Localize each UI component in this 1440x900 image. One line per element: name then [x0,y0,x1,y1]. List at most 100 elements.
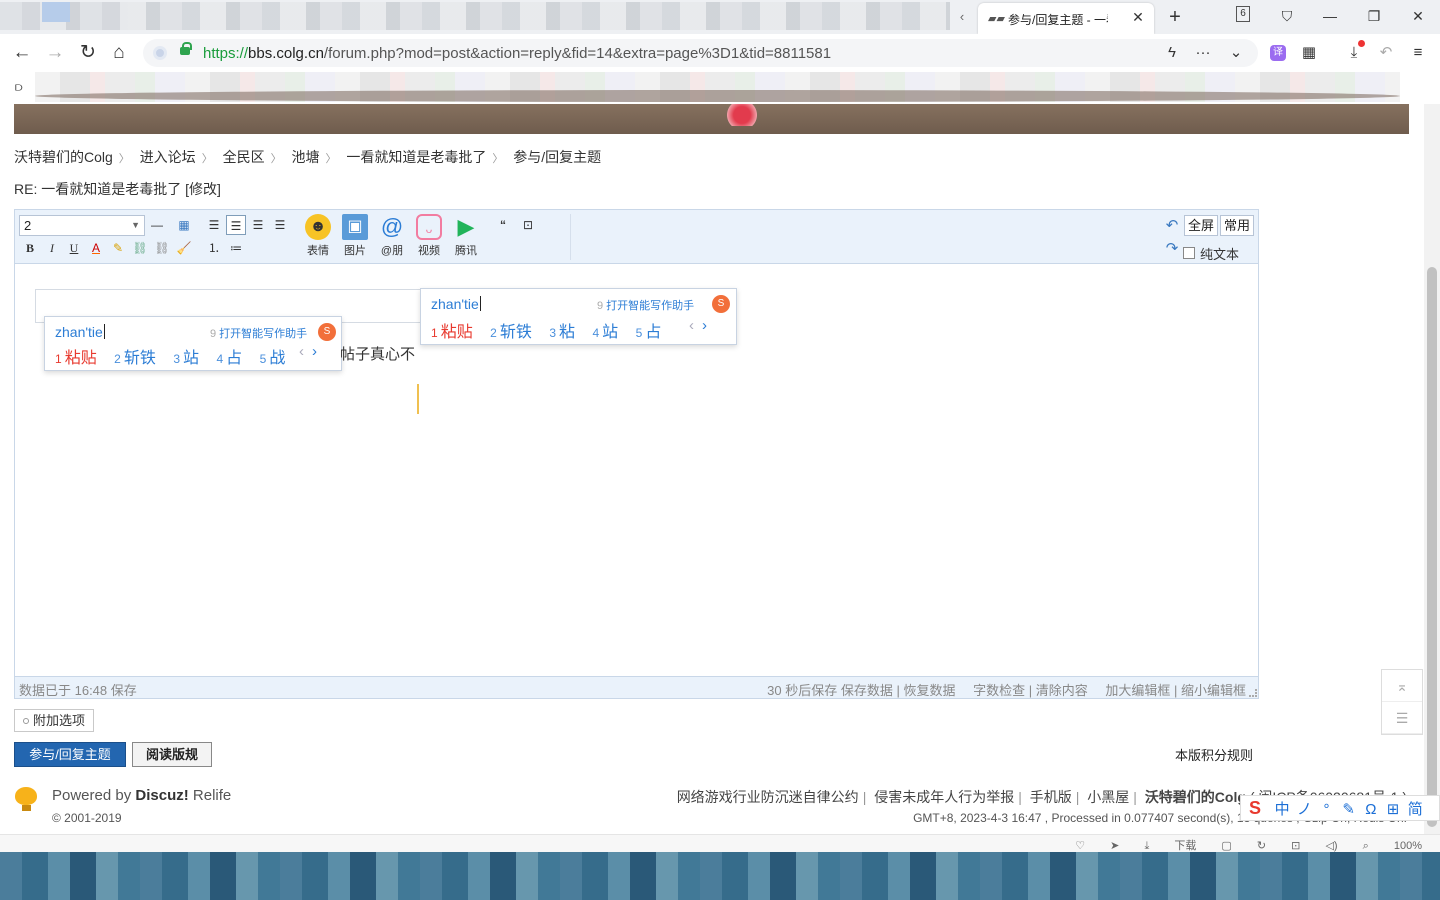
enlarge-editor-link[interactable]: 加大编辑框 [1105,683,1170,698]
ime-simplified[interactable]: 简 [1406,798,1424,822]
ime-punctuation-icon[interactable]: ° [1318,798,1336,822]
plain-text-checkbox[interactable] [1183,247,1195,259]
resize-handle[interactable] [1249,689,1257,697]
tencent-video-button[interactable]: ▶ 腾讯 [449,214,483,260]
redo-icon[interactable]: ↷ [1162,239,1182,259]
active-tab[interactable]: ▰▰ 参与/回复主题 - 一看 ✕ [978,3,1154,34]
footer-link[interactable]: 侵害未成年人行为举报 [874,789,1014,805]
ime-pager[interactable]: ‹ › [689,317,707,334]
ime-pager[interactable]: ‹ › [299,343,317,360]
font-color-icon[interactable]: A [86,238,106,258]
send-icon[interactable]: ➤ [1110,840,1119,852]
windows-taskbar[interactable] [0,852,1440,900]
square-icon[interactable]: ▢ [1221,840,1231,852]
ime-candidate[interactable]: 2 斩铁 [114,350,156,367]
restore-button[interactable]: ❐ [1362,5,1386,27]
url-text[interactable]: https://bbs.colg.cn/forum.php?mod=post&a… [203,45,831,62]
ime-candidate[interactable]: 5占 [636,324,662,341]
undo-icon[interactable]: ↶ [1162,216,1182,236]
sogou-s-icon[interactable]: S [1241,796,1269,820]
page-scrollbar[interactable] [1424,104,1440,834]
align-left-icon[interactable]: ☰ [226,215,246,235]
ime-handwriting-icon[interactable]: ✎ [1340,798,1358,822]
footer-link[interactable]: 手机版 [1030,789,1072,805]
ime-candidate[interactable]: 4占 [216,350,242,367]
scrollbar-thumb[interactable] [1427,267,1437,827]
extra-options-toggle[interactable]: 附加选项 [14,709,95,732]
heart-icon[interactable]: ♡ [1075,840,1085,852]
undo-icon[interactable]: ↶ [1375,42,1397,64]
read-rules-button[interactable]: 阅读版规 [132,742,212,767]
download-icon[interactable]: ⤓ [1343,40,1365,64]
font-size-select[interactable]: 2 ▼ [19,215,145,236]
unordered-list-icon[interactable]: ≔ [226,238,246,258]
image-button[interactable]: ▣ 图片 [338,214,372,260]
apps-grid-icon[interactable]: ▦ [1298,42,1320,64]
forward-icon[interactable]: → [42,40,68,66]
ime-candidate[interactable]: 3粘 [549,324,575,341]
close-window-button[interactable]: ✕ [1406,5,1430,27]
discuz-link[interactable]: Discuz! [135,787,188,804]
fullscreen-button[interactable]: 全屏 [1184,215,1219,236]
ime-assist-link[interactable]: 9 打开智能写作助手 [597,297,694,313]
breadcrumb-item-section[interactable]: 全民区 [223,149,265,165]
emoji-button[interactable]: ☻ 表情 [301,214,335,260]
underline-icon[interactable]: U [64,238,84,258]
chevron-down-icon[interactable]: ⌄ [1225,43,1247,63]
blurred-bookmarks[interactable] [35,72,1400,102]
reload-icon[interactable]: ↻ [75,40,101,66]
reload-status-icon[interactable]: ↻ [1257,840,1266,852]
clear-content-link[interactable]: 清除内容 [1036,683,1088,698]
breadcrumb-item-home[interactable]: 沃特碧们的Colg [14,149,113,165]
editor-content-area[interactable]: zhan'tie 9 打开智能写作助手 S 1 粘贴 2 斩铁 3粘 4站 5占 ‹ ›… [15,264,1258,676]
italic-icon[interactable]: I [42,238,62,258]
site-info-icon[interactable] [153,46,167,60]
table-icon[interactable]: ▦ [174,215,194,235]
new-tab-button[interactable]: + [1163,5,1187,29]
footer-link[interactable]: 网络游戏行业防沉迷自律公约 [677,789,859,805]
restore-data-link[interactable]: 恢复数据 [903,683,955,698]
clear-format-icon[interactable]: 🧹 [174,238,194,258]
quote-icon[interactable]: “ [493,215,513,235]
breadcrumb-item-forum[interactable]: 进入论坛 [140,149,196,165]
ime-mode-chinese[interactable]: 中 [1273,798,1291,822]
back-to-top-icon[interactable]: ⌅ [1382,670,1422,702]
footer-link[interactable]: 小黑屋 [1087,789,1129,805]
common-button[interactable]: 常用 [1220,215,1255,236]
ime-halfwidth-icon[interactable]: ノ [1295,798,1313,822]
lightning-icon[interactable]: ϟ [1161,43,1183,63]
ime-candidate[interactable]: 1 粘贴 [431,324,473,341]
ime-symbol-icon[interactable]: Ω [1362,798,1380,822]
background-color-icon[interactable]: ✎ [108,238,128,258]
translate-icon[interactable]: 译 [1270,45,1286,61]
save-data-link[interactable]: 保存数据 [841,683,893,698]
speaker-icon[interactable]: ◁) [1325,840,1337,852]
footer-link[interactable]: 沃特碧们的Colg [1145,789,1246,805]
submit-reply-button[interactable]: 参与/回复主题 [14,742,126,767]
bold-icon[interactable]: B [20,238,40,258]
ordered-list-icon[interactable]: ⒈ [204,238,224,258]
unlink-icon[interactable]: ⛓ [152,238,172,258]
window-icon[interactable]: ⊡ [1291,840,1300,852]
ime-candidate[interactable]: 2 斩铁 [490,324,532,341]
code-icon[interactable]: ⊡ [518,215,538,235]
breadcrumb-item-board[interactable]: 池塘 [291,149,319,165]
close-tab-icon[interactable]: ✕ [1130,9,1146,25]
align-right-icon[interactable]: ☰ [270,215,290,235]
more-icon[interactable]: ··· [1192,43,1214,63]
shrink-editor-link[interactable]: 缩小编辑框 [1181,683,1246,698]
blurred-tabs[interactable] [0,2,950,30]
tab-count-badge[interactable]: 6 [1236,6,1250,22]
ime-assist-link[interactable]: 9 打开智能写作助手 [210,325,307,341]
video-button[interactable]: ᴗ 视频 [412,214,446,260]
ime-candidate[interactable]: 3站 [173,350,199,367]
credit-rules-link[interactable]: 本版积分规则 [1175,745,1253,764]
word-count-link[interactable]: 字数检查 [973,683,1025,698]
tab-scroll-left-icon[interactable]: ‹ [953,8,971,26]
download-status[interactable]: ⤓ 下载 [1144,840,1196,852]
ime-candidate[interactable]: 1 粘贴 [55,350,97,367]
back-icon[interactable]: ← [9,40,35,66]
list-icon[interactable]: ☰ [1382,702,1422,734]
align-center-icon[interactable]: ☰ [248,215,268,235]
ime-candidate[interactable]: 4站 [592,324,618,341]
